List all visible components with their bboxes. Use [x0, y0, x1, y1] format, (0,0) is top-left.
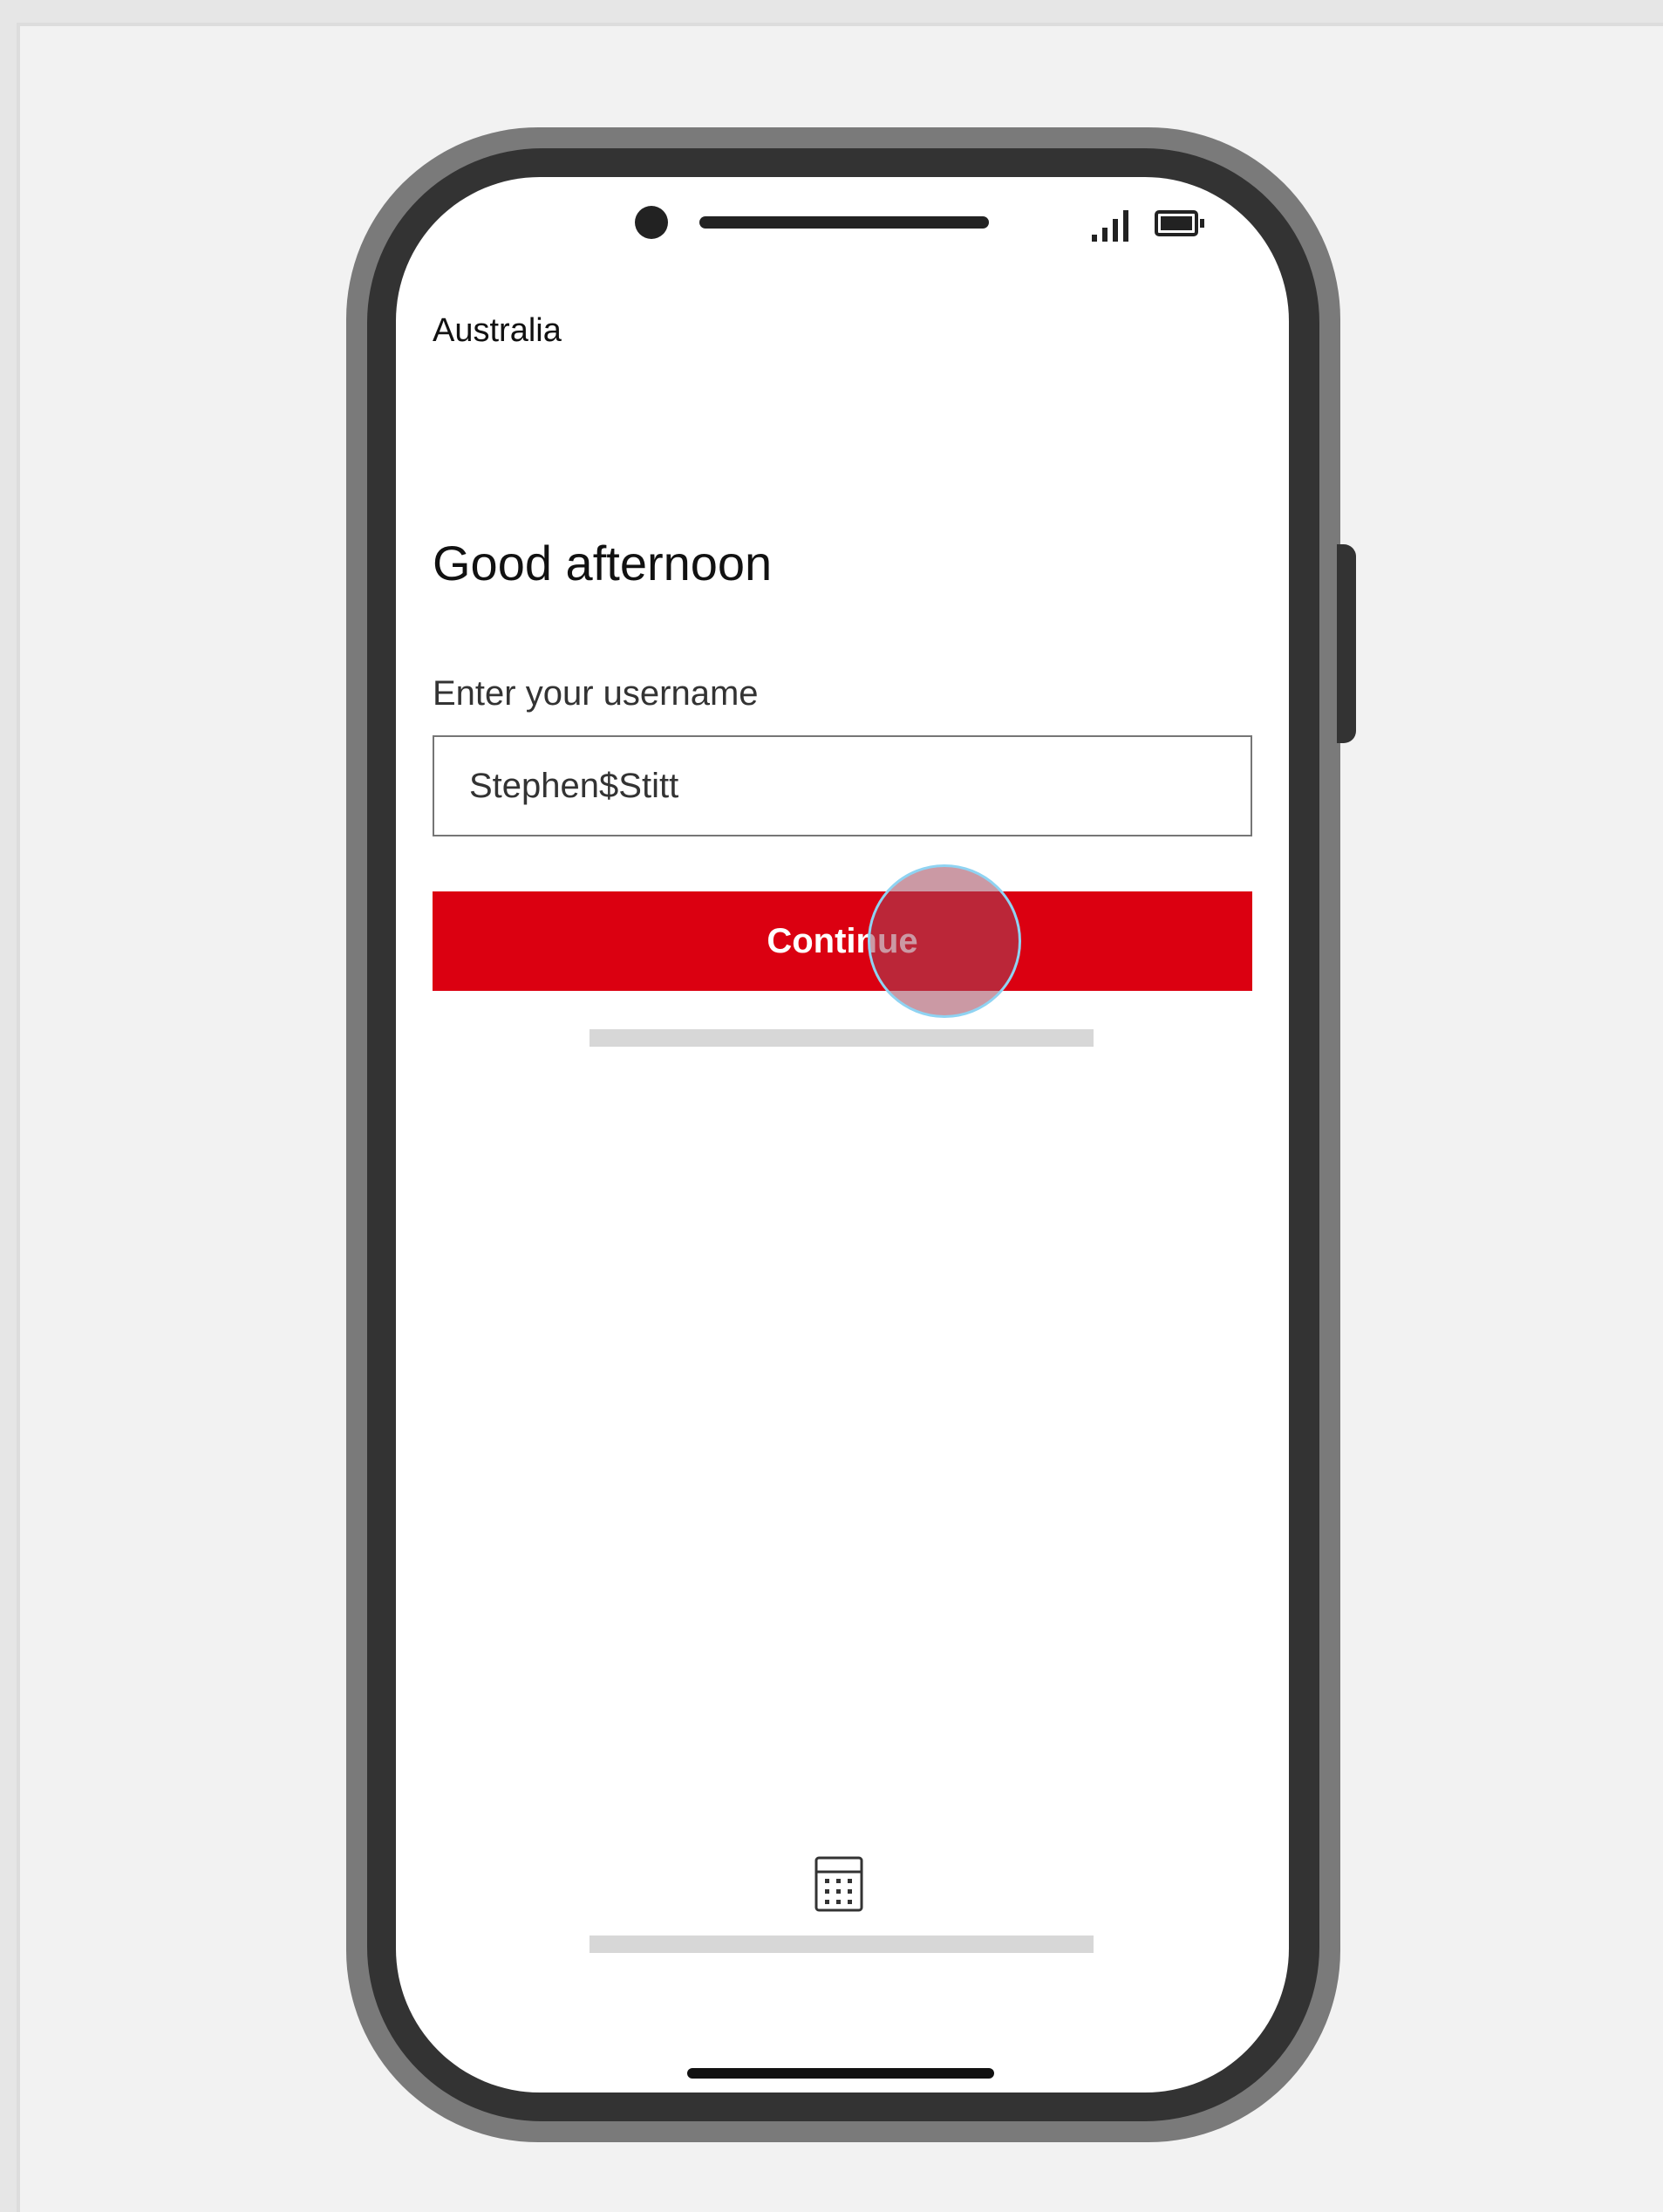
username-input[interactable]	[433, 735, 1252, 836]
footer-placeholder-bar	[590, 1936, 1094, 1953]
loading-placeholder-bar	[590, 1029, 1094, 1047]
calculator-icon[interactable]	[814, 1856, 863, 1912]
greeting-heading: Good afternoon	[433, 536, 773, 591]
tap-indicator	[868, 864, 1021, 1018]
phone-side-button	[1337, 544, 1356, 743]
camera-icon	[635, 206, 668, 239]
phone-screen: Australia Good afternoon Enter your user…	[396, 177, 1289, 2093]
region-label: Australia	[433, 312, 562, 349]
home-indicator[interactable]	[687, 2068, 994, 2079]
signal-icon	[1090, 207, 1142, 242]
username-label: Enter your username	[433, 674, 759, 713]
speaker-icon	[699, 216, 989, 229]
battery-icon	[1155, 210, 1205, 236]
continue-button[interactable]: Continue	[433, 891, 1252, 991]
